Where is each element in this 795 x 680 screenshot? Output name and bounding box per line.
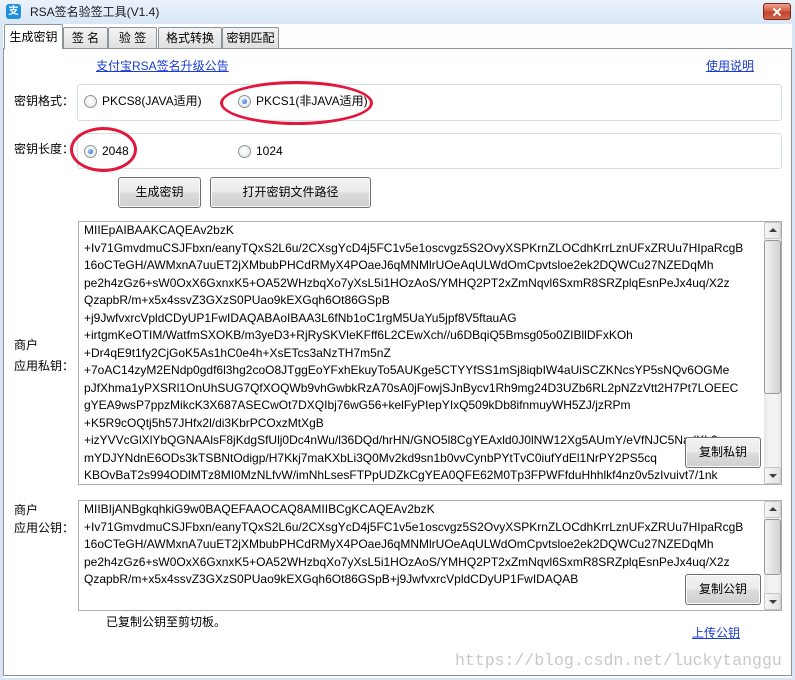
- radio-circle: [84, 94, 97, 108]
- public-key-text: MIIBIjANBgkqhkiG9w0BAQEFAAOCAQ8AMIIBCgKC…: [84, 501, 763, 610]
- radio-1024[interactable]: 1024: [238, 144, 283, 158]
- chevron-up-icon: [768, 228, 777, 232]
- radio-circle: [238, 144, 251, 158]
- upload-public-key-link[interactable]: 上传公钥: [692, 626, 740, 640]
- private-key-line: +7oAC14zyM2ENdp0gdf6l3hg2coO8JTggEoYFxhE…: [84, 363, 730, 377]
- copy-public-key-button[interactable]: 复制公钥: [685, 574, 761, 605]
- public-key-label-line2: 应用公钥：: [14, 521, 75, 535]
- radio-circle: [238, 94, 251, 108]
- public-key-label-line1: 商户: [14, 503, 39, 517]
- chevron-down-icon: [768, 599, 777, 604]
- private-key-text: MIIEpAIBAAKCAQEAv2bzK +Iv71GmvdmuCSJFbxn/…: [84, 222, 763, 484]
- public-key-line: QzapbR/m+x5x4ssvZ3GXzS0PUao9kEXGqh6Ot86G…: [84, 572, 579, 586]
- private-key-line: 16oCTeGH/AWMxnA7uuET2jXMbubPHCdRMyX4POae…: [84, 258, 714, 272]
- chevron-up-icon: [768, 507, 777, 511]
- tab-generate-keys[interactable]: 生成密钥: [4, 24, 63, 49]
- private-key-line: +K5R9cOQtj5h57JHfx2l/di3KbrPCOxzMtXgB: [84, 415, 324, 430]
- chevron-down-icon: [768, 473, 777, 478]
- private-key-textarea[interactable]: MIIEpAIBAAKCAQEAv2bzK +Iv71GmvdmuCSJFbxn/…: [78, 221, 782, 485]
- public-key-scrollbar[interactable]: [764, 501, 781, 610]
- key-format-label: 密钥格式：: [14, 94, 75, 108]
- scroll-down-button[interactable]: [764, 467, 781, 484]
- open-key-path-button[interactable]: 打开密钥文件路径: [210, 177, 371, 208]
- private-key-label-line1: 商户: [14, 338, 39, 352]
- private-key-line: gYEA9wsP7ppzMikcK3X687ASECwOt7DXQIbj76wG…: [84, 398, 631, 412]
- private-key-line: MIIEpAIBAAKCAQEAv2bzK: [84, 223, 234, 237]
- window-title: RSA签名验签工具(V1.4): [30, 5, 160, 19]
- private-key-scrollbar[interactable]: [764, 222, 781, 484]
- key-length-label: 密钥长度：: [14, 142, 75, 156]
- scroll-thumb[interactable]: [764, 240, 781, 394]
- app-logo-icon: 支: [6, 4, 21, 19]
- key-length-group: [77, 133, 782, 169]
- private-key-line: +j9JwfvxrcVpldCDyUP1FwIDAQABAoIBAA3L6fNb…: [84, 310, 517, 325]
- scroll-up-button[interactable]: [764, 501, 781, 518]
- private-key-line: +izYVVcGlXlYbQGNAAlsF8jKdgSfUlj0Dc4nWu/l…: [84, 433, 718, 447]
- private-key-line: +Iv71GmvdmuCSJFbxn/eanyTQxS2L6u/2CXsgYcD…: [84, 240, 744, 255]
- private-key-line: +Dr4qE9t1fy2CjGoK5As1hC0e4h+XsETcs3aNzTH…: [84, 345, 391, 360]
- close-button[interactable]: [763, 3, 791, 20]
- scroll-down-button[interactable]: [764, 593, 781, 610]
- public-key-line: +Iv71GmvdmuCSJFbxn/eanyTQxS2L6u/2CXsgYcD…: [84, 519, 744, 534]
- public-key-line: MIIBIjANBgkqhkiG9w0BAQEFAAOCAQ8AMIIBCgKC…: [84, 502, 435, 516]
- help-link[interactable]: 使用说明: [706, 59, 754, 73]
- generate-keys-button[interactable]: 生成密钥: [118, 177, 201, 208]
- scroll-up-button[interactable]: [764, 222, 781, 239]
- tab-format-convert[interactable]: 格式转换: [158, 27, 222, 48]
- radio-label: 1024: [256, 144, 283, 158]
- private-key-line: pe2h4zGz6+sW0OxX6GxnxK5+OA52WHzbqXo7yXsL…: [84, 275, 730, 290]
- private-key-line: +irtgmKeOTIM/WatfmSXOKB/m3yeD3+RjRySKVle…: [84, 328, 633, 342]
- radio-label: PKCS8(JAVA适用): [102, 94, 202, 108]
- radio-2048[interactable]: 2048: [84, 144, 129, 158]
- radio-label: 2048: [102, 144, 129, 158]
- radio-label: PKCS1(非JAVA适用): [256, 94, 368, 108]
- public-key-line: pe2h4zGz6+sW0OxX6GxnxK5+OA52WHzbqXo7yXsL…: [84, 554, 730, 569]
- private-key-label-line2: 应用私钥：: [14, 359, 75, 373]
- tab-verify[interactable]: 验 签: [108, 27, 157, 48]
- public-key-line: 16oCTeGH/AWMxnA7uuET2jXMbubPHCdRMyX4POae…: [84, 537, 714, 551]
- private-key-line: QzapbR/m+x5x4ssvZ3GXzS0PUao9kEXGqh6Ot86G…: [84, 293, 390, 307]
- private-key-line: pJfXhma1yPXSRl1OnUhSUG7QfXOQWb9vhGwbkRzA…: [84, 380, 739, 395]
- public-key-textarea[interactable]: MIIBIjANBgkqhkiG9w0BAQEFAAOCAQ8AMIIBCgKC…: [78, 500, 782, 611]
- copy-private-key-button[interactable]: 复制私钥: [685, 437, 761, 468]
- status-message: 已复制公钥至剪切板。: [106, 615, 227, 629]
- scroll-thumb[interactable]: [764, 519, 781, 575]
- private-key-line: mYDJYNdnE6ODs3kTSBNtOdigp/H7Kkj7maKXbLi3…: [84, 450, 657, 465]
- radio-circle: [84, 144, 97, 158]
- tab-sign[interactable]: 签 名: [63, 27, 108, 48]
- tab-key-match[interactable]: 密钥匹配: [222, 27, 279, 48]
- radio-pkcs1[interactable]: PKCS1(非JAVA适用): [238, 94, 368, 108]
- announcement-link[interactable]: 支付宝RSA签名升级公告: [96, 59, 229, 73]
- private-key-line: KBOvBaT2s994ODlMTz8MI0MzNLfvW/imNhLsesFT…: [84, 468, 718, 482]
- watermark: https://blog.csdn.net/luckytanggu: [455, 651, 782, 670]
- radio-pkcs8[interactable]: PKCS8(JAVA适用): [84, 94, 202, 108]
